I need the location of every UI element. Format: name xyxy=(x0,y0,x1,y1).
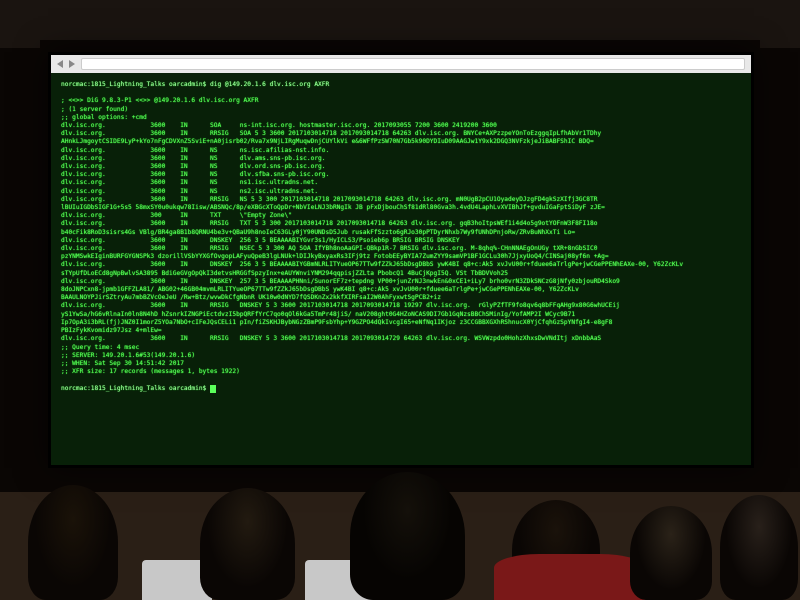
dns-record: AHnkLJmgoytCSIDE9LyP+kYo7nFgCDVXnZ5SviE+… xyxy=(61,138,594,145)
dns-record: PBIzFykKvomidz97Jsz 4+mlEw= xyxy=(61,327,162,334)
address-bar[interactable] xyxy=(81,58,745,70)
dns-record: dlv.isc.org. 3600 IN RRSIG SOA 5 3 3600 … xyxy=(61,130,601,137)
dns-record: dlv.isc.org. 3600 IN DNSKEY 256 3 5 BEAA… xyxy=(61,261,683,268)
conference-room-photo: norcmac:1815_Lightning_Talks oarcadmin$ … xyxy=(0,0,800,600)
dns-record: b40cFik8RoD3sisrs4Gs VBlg/BR4ga8B1b8QRNU… xyxy=(61,229,575,236)
dns-record: dlv.isc.org. 3600 IN RRSIG DNSKEY 5 3 36… xyxy=(61,335,601,342)
dns-record: dlv.isc.org. 3600 IN DNSKEY 256 3 5 BEAA… xyxy=(61,237,460,244)
audience-head xyxy=(28,485,118,600)
dns-record: dlv.isc.org. 3600 IN RRSIG NS 5 3 300 20… xyxy=(61,196,597,203)
audience-head xyxy=(630,506,712,600)
shell-prompt-line: norcmac:1815_Lightning_Talks oarcadmin$ … xyxy=(61,81,329,88)
server-line: ;; SERVER: 149.20.1.6#53(149.20.1.6) xyxy=(61,352,195,359)
dns-record: dlv.isc.org. 3600 IN NS dlv.ams.sns-pb.i… xyxy=(61,155,326,162)
audience-head xyxy=(512,500,600,600)
dns-record: 8doJNPCxn8-jpmb1GFFZLA81/ ABG02+46GB04mv… xyxy=(61,286,579,293)
back-icon[interactable] xyxy=(57,60,63,68)
audience-silhouettes xyxy=(0,482,800,600)
dns-record: dlv.isc.org. 3600 IN RRSIG NSEC 5 3 300 … xyxy=(61,245,597,252)
dns-record: dlv.isc.org. 3600 IN NS ns1.isc.ultradns… xyxy=(61,179,318,186)
dns-record: BAAULNOYPJirSZtryAu7mbBZVcOeJeU /Rw+Btz/… xyxy=(61,294,441,301)
browser-toolbar xyxy=(51,55,751,73)
terminal-output: norcmac:1815_Lightning_Talks oarcadmin$ … xyxy=(61,81,741,393)
when-line: ;; WHEN: Sat Sep 30 14:51:42 2017 xyxy=(61,360,184,367)
audience-head xyxy=(200,488,295,600)
audience-head xyxy=(350,472,465,600)
terminal-window: norcmac:1815_Lightning_Talks oarcadmin$ … xyxy=(51,73,751,465)
xfr-size-line: ;; XFR size: 17 records (messages 1, byt… xyxy=(61,368,240,375)
dns-record: dlv.isc.org. 3600 IN RRSIG DNSKEY 5 3 36… xyxy=(61,302,620,309)
projector-screen: norcmac:1815_Lightning_Talks oarcadmin$ … xyxy=(48,52,754,468)
dns-record: dlv.isc.org. 3600 IN RRSIG TXT 5 3 300 2… xyxy=(61,220,597,227)
forward-icon[interactable] xyxy=(69,60,75,68)
dns-record: dlv.isc.org. 3600 IN NS ns.isc.afilias-n… xyxy=(61,147,329,154)
servers-found-line: ; (1 server found) xyxy=(61,106,128,113)
dns-record: dlv.isc.org. 3600 IN NS ns2.isc.ultradns… xyxy=(61,188,318,195)
dig-version-line: ; <<>> DiG 9.8.3-P1 <<>> @149.20.1.6 dlv… xyxy=(61,97,258,104)
audience-head xyxy=(720,495,798,600)
dns-record: dlv.isc.org. 3600 IN NS dlv.ord.sns-pb.i… xyxy=(61,163,326,170)
dns-record: yS1YwSa/hG6vRlnaIn0ln8N4hD hZsnrkIZNGPiE… xyxy=(61,311,575,318)
query-time-line: ;; Query time: 4 msec xyxy=(61,344,139,351)
terminal-cursor xyxy=(210,385,216,393)
dns-record: sTYpUfDLoECd8gNpBwlvSA3895 BdiGeGVgOpQkI… xyxy=(61,270,508,277)
dns-record: dlv.isc.org. 3600 IN SOA ns-int.isc.org.… xyxy=(61,122,497,129)
global-options-line: ;; global options: +cmd xyxy=(61,114,147,121)
dns-record: dlv.isc.org. 3600 IN NS dlv.sfba.sns-pb.… xyxy=(61,171,329,178)
dns-record: pzYNMSwkEIginBURFGYGNSPk3 dzorillVSbYYXG… xyxy=(61,253,609,260)
shell-prompt-line-2: norcmac:1815_Lightning_Talks oarcadmin$ xyxy=(61,385,210,392)
dns-record: Ip7OpA3i3bRL(fj)JNZ0I1morZ5YOa7NbO+cIFeJ… xyxy=(61,319,612,326)
dns-record: dlv.isc.org. 3600 IN DNSKEY 257 3 5 BEAA… xyxy=(61,278,620,285)
dns-record: lBUIuIGDbSIGF1G+5s5 58mxSY0u0ukqw78Iisw/… xyxy=(61,204,605,211)
dns-record: dlv.isc.org. 300 IN TXT \"Empty Zone\" xyxy=(61,212,292,219)
